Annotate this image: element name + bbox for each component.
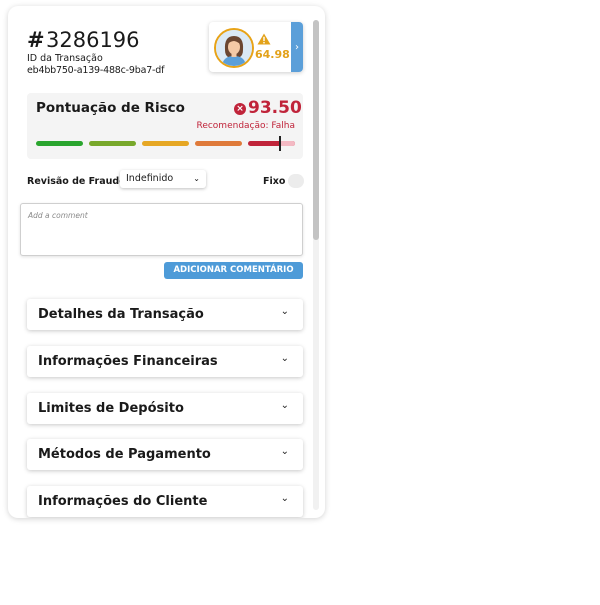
hash-symbol: #	[27, 28, 45, 52]
avatar	[214, 28, 254, 68]
scroll-content: # 3286196 ID da Transação eb4bb750-a139-…	[8, 6, 313, 518]
fraud-review-select[interactable]: Indefinido ⌄	[120, 170, 206, 188]
risk-title: Pontuação de Risco	[36, 100, 185, 116]
section-title: Informações do Cliente	[38, 494, 208, 509]
section-financial-info[interactable]: Informações Financeiras ⌄	[27, 346, 303, 377]
risk-score-value: 93.50	[248, 98, 302, 118]
chevron-right-icon: ›	[295, 41, 299, 53]
transaction-number: 3286196	[46, 28, 140, 52]
user-score: 64.98	[255, 48, 290, 61]
transaction-card: # 3286196 ID da Transação eb4bb750-a139-…	[8, 6, 325, 518]
section-title: Limites de Depósito	[38, 401, 184, 416]
user-avatar-icon	[216, 30, 252, 66]
risk-bar-segment	[36, 141, 83, 146]
fail-circle-icon: ×	[234, 103, 246, 115]
risk-bar-remainder	[281, 141, 295, 146]
comment-placeholder: Add a comment	[28, 211, 88, 220]
fixo-toggle[interactable]	[288, 174, 304, 188]
section-deposit-limits[interactable]: Limites de Depósito ⌄	[27, 393, 303, 424]
risk-score-panel: Pontuação de Risco × 93.50 Recomendação:…	[27, 93, 303, 159]
warning-triangle-icon	[257, 33, 271, 45]
chevron-down-icon: ⌄	[193, 174, 200, 183]
section-title: Informações Financeiras	[38, 354, 218, 369]
user-summary[interactable]: 64.98 ›	[209, 22, 303, 72]
chevron-down-icon: ⌄	[280, 400, 289, 411]
fraud-review-value: Indefinido	[126, 173, 174, 184]
section-title: Métodos de Pagamento	[38, 447, 211, 462]
fixo-label: Fixo	[263, 176, 286, 187]
scrollbar-thumb[interactable]	[313, 20, 319, 240]
risk-bar-segment	[89, 141, 136, 146]
section-customer-info[interactable]: Informações do Cliente ⌄	[27, 486, 303, 517]
risk-bar-segment	[142, 141, 189, 146]
transaction-id-label: ID da Transação	[27, 53, 103, 64]
expand-user-button[interactable]: ›	[291, 22, 303, 72]
section-payment-methods[interactable]: Métodos de Pagamento ⌄	[27, 439, 303, 470]
fraud-review-label: Revisão de Fraude	[27, 176, 126, 187]
section-transaction-details[interactable]: Detalhes da Transação ⌄	[27, 299, 303, 330]
comment-input[interactable]: Add a comment	[20, 203, 303, 256]
risk-recommendation: Recomendação: Falha	[196, 121, 295, 131]
chevron-down-icon: ⌄	[280, 493, 289, 504]
chevron-down-icon: ⌄	[280, 306, 289, 317]
chevron-down-icon: ⌄	[280, 446, 289, 457]
scrollbar[interactable]	[313, 20, 319, 510]
risk-bar-segment	[195, 141, 242, 146]
transaction-id-value: eb4bb750-a139-488c-9ba7-df	[27, 65, 165, 76]
add-comment-button[interactable]: ADICIONAR COMENTÁRIO	[164, 262, 303, 279]
section-title: Detalhes da Transação	[38, 307, 204, 322]
chevron-down-icon: ⌄	[280, 353, 289, 364]
